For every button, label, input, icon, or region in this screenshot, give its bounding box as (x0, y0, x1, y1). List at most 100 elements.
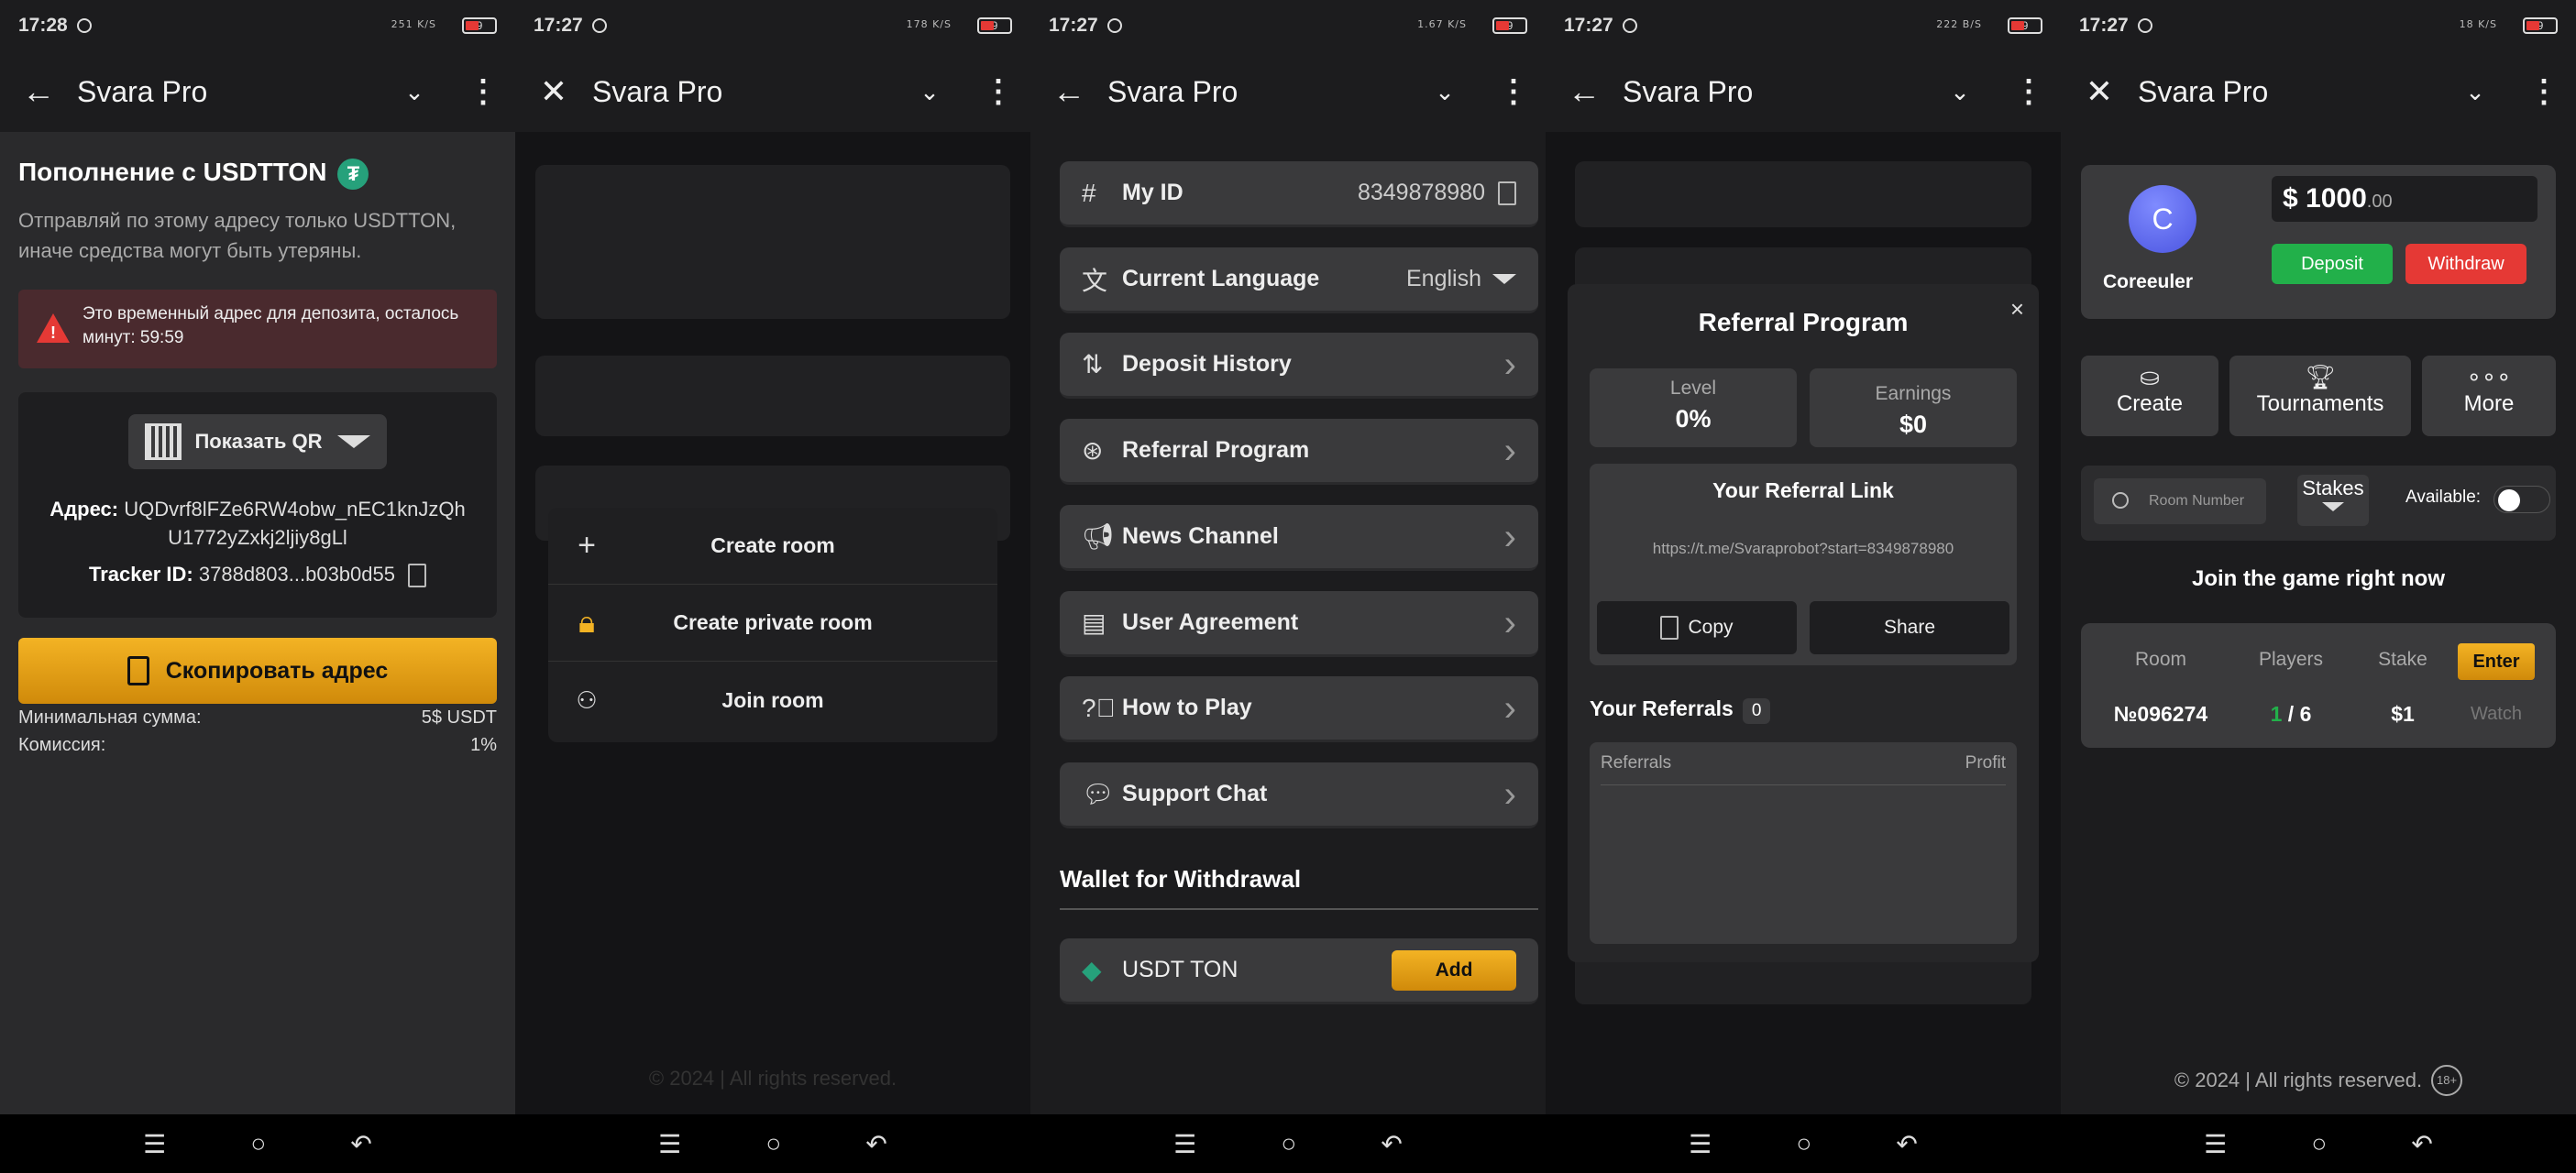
back-icon[interactable]: ↶ (865, 1129, 886, 1159)
recents-icon[interactable]: ☰ (1689, 1129, 1712, 1159)
copy-icon (127, 656, 149, 685)
warning-banner: ! Это временный адрес для депозита, оста… (18, 290, 497, 368)
col-players: Players (2258, 649, 2324, 670)
col-stake: Stake (2378, 649, 2427, 670)
back-arrow-icon[interactable]: ← (1030, 72, 1107, 111)
how-to-play-row[interactable]: ?⃝ How to Play › (1060, 676, 1538, 742)
create-tile[interactable]: ⛀ Create (2081, 356, 2218, 436)
megaphone-icon: 📢︎ (1082, 522, 1115, 551)
close-icon[interactable]: ✕ (2061, 72, 2138, 111)
recents-icon[interactable]: ☰ (2204, 1129, 2227, 1159)
join-room-label: Join room (721, 687, 824, 712)
deposit-history-label: Deposit History (1122, 351, 1292, 377)
news-channel-row[interactable]: 📢︎ News Channel › (1060, 505, 1538, 571)
more-vert-icon[interactable]: ⋮ (1481, 73, 1546, 110)
system-nav-bar: ☰ ○ ↶ (515, 1114, 1030, 1173)
watch-button[interactable]: Watch (2446, 704, 2547, 725)
more-vert-icon[interactable]: ⋮ (966, 73, 1030, 110)
network-speed: 251 K/S (391, 18, 436, 30)
earnings-value: $0 (1899, 411, 1928, 438)
stakes-dropdown[interactable]: Stakes (2297, 475, 2369, 526)
referrals-table: Referrals Profit (1590, 742, 2017, 944)
home-icon[interactable]: ○ (1796, 1129, 1811, 1158)
enter-button-wrap: Enter (2446, 643, 2547, 680)
home-icon[interactable]: ○ (250, 1129, 266, 1158)
copy-link-button[interactable]: Copy (1597, 601, 1797, 654)
blurred-footer: © 2024 | All rights reserved. (648, 1067, 897, 1090)
chevron-right-icon: › (1503, 773, 1516, 815)
age-badge: 18+ (2431, 1065, 2463, 1096)
recents-icon[interactable]: ☰ (143, 1129, 166, 1159)
link-title: Your Referral Link (1712, 478, 1894, 502)
app-title: Svara Pro (1623, 74, 1754, 108)
copy-address-button[interactable]: Скопировать адрес (18, 638, 497, 704)
home-icon[interactable]: ○ (2311, 1129, 2327, 1158)
chevron-right-icon: › (1503, 602, 1516, 643)
battery-icon: 9 (2523, 17, 2558, 34)
back-icon[interactable]: ↶ (1896, 1129, 1917, 1159)
copy-icon[interactable] (1498, 181, 1516, 205)
more-vert-icon[interactable]: ⋮ (1997, 73, 2061, 110)
create-private-room-item[interactable]: 🔒︎ Create private room (548, 585, 997, 662)
back-arrow-icon[interactable]: ← (1546, 72, 1623, 111)
chip-icon: ⛀ (2140, 363, 2160, 390)
rooms-table: Room Players Stake Enter №096274 1 / 6 $… (2081, 623, 2556, 748)
support-chat-row[interactable]: 💬︎ Support Chat › (1060, 762, 1538, 828)
recents-icon[interactable]: ☰ (1173, 1129, 1196, 1159)
app-title: Svara Pro (592, 74, 723, 108)
wallet-heading: Wallet for Withdrawal (1060, 865, 1538, 910)
qr-icon (145, 423, 182, 460)
join-room-item[interactable]: ⚇ Join room (548, 662, 997, 739)
system-nav-bar: ☰ ○ ↶ (2061, 1114, 2576, 1173)
chevron-down-icon[interactable]: ⌄ (1923, 78, 1997, 106)
clock: 17:28 (18, 15, 68, 36)
close-icon[interactable]: ✕ (515, 72, 592, 111)
address-value: UQDvrf8lFZe6RW4obw_nEC1knJzQhU1772yZxkj2… (124, 498, 466, 549)
back-icon[interactable]: ↶ (350, 1129, 371, 1159)
recents-icon[interactable]: ☰ (658, 1129, 681, 1159)
language-row[interactable]: 文 Current Language English (1060, 247, 1538, 313)
enter-button[interactable]: Enter (2458, 643, 2535, 680)
deposit-history-row[interactable]: ⇅ Deposit History › (1060, 333, 1538, 399)
referral-link: https://t.me/Svaraprobot?start=834987898… (1652, 540, 1954, 557)
tournaments-label: Tournaments (2256, 391, 2384, 416)
user-agreement-row[interactable]: ▤ User Agreement › (1060, 591, 1538, 657)
warning-text: Это временный адрес для депозита, остало… (83, 304, 459, 347)
back-icon[interactable]: ↶ (2411, 1129, 2432, 1159)
status-bar: 17:27 178 K/S 9 (515, 0, 1030, 51)
people-icon: ⚇ (576, 685, 598, 714)
available-toggle[interactable] (2493, 486, 2550, 513)
chevron-down-icon[interactable]: ⌄ (378, 78, 451, 106)
clock: 17:27 (1049, 15, 1098, 36)
back-icon[interactable]: ↶ (1381, 1129, 1402, 1159)
swap-icon: ⇅ (1082, 350, 1104, 378)
more-tile[interactable]: ∘∘∘ More (2422, 356, 2556, 436)
more-vert-icon[interactable]: ⋮ (451, 73, 515, 110)
deposit-button[interactable]: Deposit (2272, 244, 2393, 284)
add-wallet-button[interactable]: Add (1392, 949, 1516, 991)
withdraw-button[interactable]: Withdraw (2405, 244, 2526, 284)
players-max: / 6 (2287, 702, 2312, 726)
chevron-down-icon[interactable]: ⌄ (1408, 78, 1481, 106)
caret-down-icon (336, 435, 370, 448)
chevron-down-icon[interactable]: ⌄ (893, 78, 966, 106)
chevron-down-icon[interactable]: ⌄ (2438, 78, 2512, 106)
home-icon[interactable]: ○ (1281, 1129, 1296, 1158)
back-arrow-icon[interactable]: ← (0, 72, 77, 111)
battery-icon: 9 (2008, 17, 2042, 34)
balance-cents: .00 (2366, 192, 2393, 212)
tournaments-tile[interactable]: 🏆︎ Tournaments (2229, 356, 2411, 436)
copy-icon[interactable] (407, 564, 426, 588)
referrals-title: Your Referrals (1590, 696, 1734, 720)
create-room-item[interactable]: + Create room (548, 508, 997, 585)
referral-program-row[interactable]: ⊛ Referral Program › (1060, 419, 1538, 485)
room-number-input[interactable]: Room Number (2094, 478, 2266, 524)
copy-link-label: Copy (1688, 617, 1734, 638)
more-vert-icon[interactable]: ⋮ (2512, 73, 2576, 110)
home-icon[interactable]: ○ (765, 1129, 781, 1158)
avatar[interactable]: C (2129, 185, 2196, 253)
share-link-button[interactable]: Share (1810, 601, 2009, 654)
room-placeholder: Room Number (2149, 493, 2245, 509)
show-qr-button[interactable]: Показать QR (128, 414, 387, 469)
referral-modal: × Referral Program Level 0% Earnings $0 Yo… (1568, 284, 2039, 962)
